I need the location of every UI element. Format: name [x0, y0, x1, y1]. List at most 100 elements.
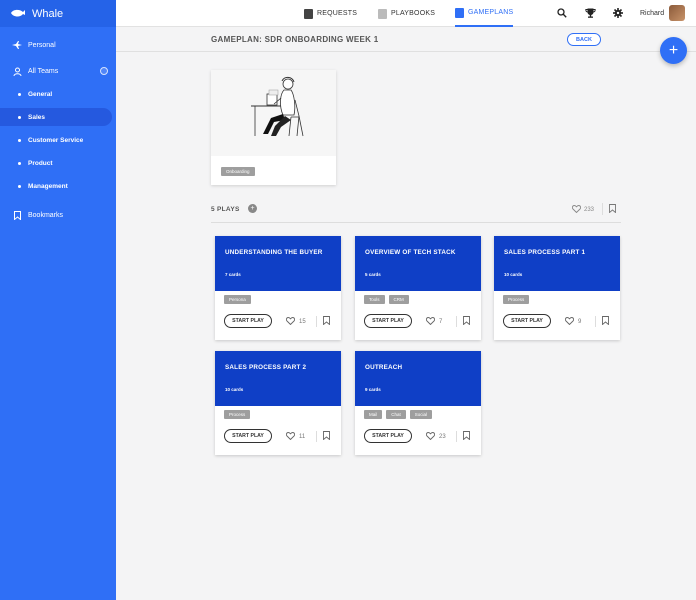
- page-header: GAMEPLAN: SDR ONBOARDING WEEK 1 BACK: [116, 28, 696, 52]
- tab-label: PLAYBOOKS: [391, 10, 436, 17]
- sidebar-item-label: General: [28, 90, 53, 98]
- sidebar-item-management[interactable]: Management: [0, 177, 112, 195]
- search-icon[interactable]: [557, 8, 567, 21]
- tab-playbooks[interactable]: PLAYBOOKS: [378, 0, 435, 27]
- tab-label: GAMEPLANS: [468, 9, 514, 16]
- plane-icon: [12, 41, 22, 49]
- bullet-icon: [18, 138, 21, 142]
- sidebar-item-all-teams[interactable]: All Teams: [0, 62, 112, 80]
- divider: [316, 316, 317, 327]
- sidebar-item-label: Management: [28, 182, 68, 190]
- play-title: UNDERSTANDING THE BUYER: [225, 249, 323, 256]
- brand[interactable]: Whale: [0, 0, 116, 27]
- play-title: SALES PROCESS PART 1: [504, 249, 586, 256]
- play-card[interactable]: OUTREACH 9 cards Mail Chat Social START PL…: [355, 351, 481, 455]
- play-like[interactable]: 15: [285, 317, 306, 327]
- heart-icon: [425, 317, 436, 327]
- gameplan-card[interactable]: Onboarding: [211, 70, 336, 185]
- sidebar-item-sales[interactable]: Sales: [0, 108, 112, 126]
- start-play-button[interactable]: START PLAY: [364, 429, 412, 443]
- gear-icon[interactable]: [613, 8, 623, 21]
- tab-gameplans[interactable]: GAMEPLANS: [455, 0, 514, 27]
- sidebar-item-label: All Teams: [28, 67, 59, 75]
- tab-requests[interactable]: REQUESTS: [304, 0, 357, 27]
- divider: [316, 431, 317, 442]
- divider: [456, 431, 457, 442]
- play-card-count: 7 cards: [225, 272, 241, 277]
- sidebar-item-general[interactable]: General: [0, 85, 112, 103]
- sidebar-item-personal[interactable]: Personal: [0, 36, 112, 54]
- trophy-icon[interactable]: [585, 8, 596, 21]
- sidebar-item-product[interactable]: Product: [0, 154, 112, 172]
- play-tags: Tools CRM: [364, 295, 409, 304]
- bookmark-icon[interactable]: [602, 316, 609, 327]
- gameplans-icon: [455, 7, 464, 18]
- play-tag: Persona: [224, 295, 251, 304]
- bullet-icon: [18, 115, 21, 119]
- play-title: OVERVIEW OF TECH STACK: [365, 249, 456, 256]
- tab-label: REQUESTS: [317, 10, 358, 17]
- gameplan-tag: Onboarding: [221, 167, 255, 176]
- play-title: OUTREACH: [365, 364, 403, 371]
- sidebar-item-label: Personal: [28, 41, 56, 49]
- bookmark-icon[interactable]: [463, 431, 470, 442]
- play-card-count: 10 cards: [504, 272, 523, 277]
- start-play-button[interactable]: START PLAY: [503, 314, 551, 328]
- bookmark-icon[interactable]: [323, 431, 330, 442]
- like-count: 23: [439, 434, 446, 440]
- sidebar-item-label: Bookmarks: [28, 211, 64, 219]
- play-like[interactable]: 23: [425, 432, 446, 442]
- play-card[interactable]: OVERVIEW OF TECH STACK 5 cards Tools CRM …: [355, 236, 481, 340]
- start-play-button[interactable]: START PLAY: [224, 314, 272, 328]
- avatar[interactable]: [669, 5, 685, 21]
- play-card[interactable]: UNDERSTANDING THE BUYER 7 cards Persona …: [215, 236, 341, 340]
- sidebar-item-bookmarks[interactable]: Bookmarks: [0, 206, 112, 224]
- app-name: Whale: [32, 7, 64, 20]
- heart-icon: [564, 317, 575, 327]
- heart-icon: [285, 317, 296, 327]
- bookmark-icon[interactable]: [609, 204, 616, 215]
- play-tags: Process: [503, 295, 530, 304]
- requests-icon: [304, 8, 313, 19]
- play-tags: Mail Chat Social: [364, 410, 433, 419]
- play-card-count: 10 cards: [225, 387, 244, 392]
- top-nav: REQUESTS PLAYBOOKS GAMEPLANS Richard: [116, 0, 696, 27]
- play-like[interactable]: 9: [564, 317, 582, 327]
- bullet-icon: [18, 184, 21, 188]
- bookmark-icon[interactable]: [463, 316, 470, 327]
- play-like[interactable]: 7: [425, 317, 443, 327]
- like-count: 7: [439, 319, 443, 325]
- bullet-icon: [18, 92, 21, 96]
- play-tag: Process: [503, 295, 530, 304]
- like-count: 15: [299, 319, 306, 325]
- teams-toggle-icon[interactable]: [100, 67, 108, 75]
- back-button[interactable]: BACK: [567, 33, 601, 46]
- play-card-count: 5 cards: [365, 272, 381, 277]
- sidebar-item-label: Sales: [28, 113, 45, 121]
- bookmark-icon: [12, 210, 22, 220]
- play-card[interactable]: SALES PROCESS PART 1 10 cards Process ST…: [494, 236, 620, 340]
- playbooks-icon: [378, 8, 387, 19]
- add-play-button[interactable]: +: [248, 204, 257, 213]
- sidebar-item-customer-service[interactable]: Customer Service: [0, 131, 112, 149]
- play-tag: Process: [224, 410, 251, 419]
- team-icon: [12, 67, 22, 76]
- bookmark-icon[interactable]: [323, 316, 330, 327]
- bullet-icon: [18, 161, 21, 165]
- start-play-button[interactable]: START PLAY: [224, 429, 272, 443]
- like-count: 9: [578, 319, 582, 325]
- heart-icon: [285, 432, 296, 442]
- play-tag: CRM: [388, 295, 409, 304]
- like-count: 11: [299, 434, 306, 440]
- gameplan-like[interactable]: 233: [571, 205, 594, 215]
- play-tag: Mail: [364, 410, 383, 419]
- add-button[interactable]: +: [660, 37, 687, 64]
- play-card[interactable]: SALES PROCESS PART 2 10 cards Process ST…: [215, 351, 341, 455]
- play-like[interactable]: 11: [285, 432, 306, 442]
- sidebar-item-label: Product: [28, 159, 53, 167]
- start-play-button[interactable]: START PLAY: [364, 314, 412, 328]
- user-name[interactable]: Richard: [640, 10, 664, 17]
- divider: [595, 316, 596, 327]
- plays-count: 5 PLAYS: [211, 206, 240, 213]
- page-title: GAMEPLAN: SDR ONBOARDING WEEK 1: [211, 35, 379, 44]
